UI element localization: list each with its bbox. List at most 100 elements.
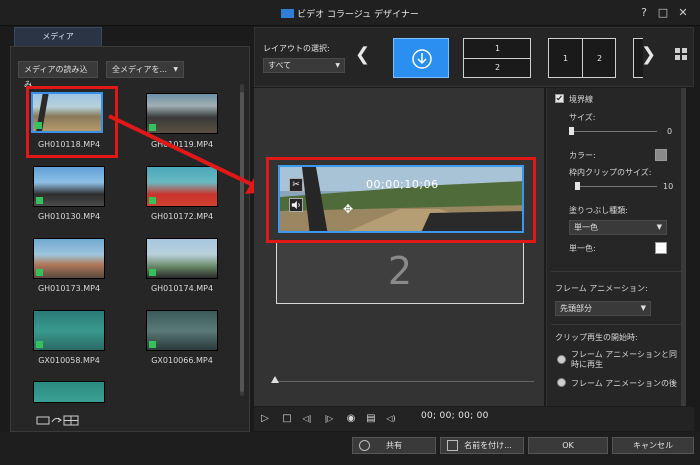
window-title-text: ビデオ コラージュ デザイナー bbox=[297, 10, 419, 20]
single-color-label: 単一色: bbox=[569, 244, 596, 253]
maximize-button[interactable]: □ bbox=[656, 6, 670, 20]
collage-slot-2[interactable]: 2 bbox=[276, 240, 524, 304]
tab-media[interactable]: メディア bbox=[14, 27, 102, 46]
media-thumbnail[interactable] bbox=[146, 310, 218, 351]
download-icon bbox=[412, 49, 432, 69]
properties-panel: 境界線 サイズ: 0 カラー: 枠内クリップのサイズ: 10 塗りつぶし種類: … bbox=[546, 88, 686, 406]
play-icon[interactable]: ▷ bbox=[258, 412, 272, 426]
properties-scrollbar[interactable] bbox=[681, 88, 686, 406]
media-item-label: GX010066.MP4 bbox=[151, 356, 213, 365]
previous-frame-icon[interactable]: ◁| bbox=[300, 412, 314, 426]
radio-play-with-animation[interactable] bbox=[557, 355, 566, 364]
clip-start-label: クリップ再生の開始時: bbox=[555, 333, 638, 342]
media-thumbnail[interactable] bbox=[146, 238, 218, 279]
media-item-label: GH010130.MP4 bbox=[37, 212, 101, 221]
next-frame-icon[interactable]: |▷ bbox=[322, 412, 336, 426]
globe-icon bbox=[359, 440, 370, 451]
share-button-label: 共有 bbox=[386, 441, 402, 450]
chevron-down-icon: ▼ bbox=[335, 62, 340, 69]
media-item-label: GH010173.MP4 bbox=[37, 284, 101, 293]
fill-type-value: 単一色 bbox=[574, 223, 598, 232]
media-thumbnail[interactable] bbox=[33, 381, 105, 403]
size-slider-knob[interactable] bbox=[569, 127, 574, 135]
check-icon bbox=[556, 95, 562, 101]
video-file-icon bbox=[36, 197, 43, 204]
layout-category-dropdown[interactable]: すべて ▼ bbox=[263, 58, 345, 73]
save-as-button-label: 名前を付け... bbox=[464, 441, 512, 450]
volume-icon[interactable]: ◁) bbox=[384, 412, 398, 426]
layout-option-two-columns[interactable]: 1 2 bbox=[548, 38, 616, 78]
chevron-down-icon: ▼ bbox=[640, 304, 646, 312]
layout-slot-number: 2 bbox=[495, 63, 501, 72]
cancel-button[interactable]: キャンセル bbox=[612, 437, 694, 454]
slot-number: 2 bbox=[387, 249, 413, 293]
chevron-down-icon: ▼ bbox=[656, 223, 662, 231]
video-file-icon bbox=[36, 269, 43, 276]
divider bbox=[551, 324, 681, 325]
layout-divider bbox=[464, 58, 530, 59]
layout-slot-number: 1 bbox=[495, 44, 501, 53]
media-filter-dropdown[interactable]: 全メディアを... ▼ bbox=[106, 61, 184, 78]
layout-slot-number: 2 bbox=[597, 54, 603, 63]
radio-play-with-animation-label: フレーム アニメーションと同時に再生 bbox=[571, 350, 677, 369]
inner-border-value: 10 bbox=[663, 182, 674, 191]
layout-grid-icon[interactable] bbox=[675, 48, 687, 60]
size-value: 0 bbox=[667, 127, 673, 136]
frame-animation-label: フレーム アニメーション: bbox=[555, 284, 648, 293]
media-thumbnail[interactable] bbox=[33, 166, 105, 207]
playback-timecode: 00; 00; 00; 00 bbox=[421, 411, 489, 421]
inner-border-slider-track[interactable] bbox=[575, 186, 657, 187]
snapshot-camera-icon[interactable]: ◉ bbox=[344, 412, 358, 426]
view-mode-toggle-icon[interactable] bbox=[36, 414, 80, 426]
size-label: サイズ: bbox=[569, 113, 596, 122]
media-item-label: GH010174.MP4 bbox=[150, 284, 214, 293]
video-file-icon bbox=[149, 269, 156, 276]
title-bar: ビデオ コラージュ デザイナー ? □ ✕ bbox=[0, 0, 700, 26]
red-arrow-annotation bbox=[108, 114, 267, 194]
media-thumbnail[interactable] bbox=[33, 238, 105, 279]
media-filter-value: 全メディアを... bbox=[112, 65, 168, 74]
window-title: ビデオ コラージュ デザイナー bbox=[0, 7, 700, 20]
save-icon bbox=[447, 440, 458, 451]
media-item-label: GH010172.MP4 bbox=[150, 212, 214, 221]
border-checkbox[interactable] bbox=[555, 94, 564, 103]
video-file-icon bbox=[149, 341, 156, 348]
layout-option-download[interactable] bbox=[393, 38, 449, 78]
radio-play-after-animation[interactable] bbox=[557, 378, 566, 387]
ok-button[interactable]: OK bbox=[528, 437, 608, 454]
fill-type-dropdown[interactable]: 単一色 ▼ bbox=[569, 220, 667, 235]
media-item-label: GX010058.MP4 bbox=[38, 356, 100, 365]
close-button[interactable]: ✕ bbox=[676, 6, 690, 20]
chevron-down-icon: ▼ bbox=[173, 66, 178, 73]
help-button[interactable]: ? bbox=[637, 6, 651, 20]
size-slider-track[interactable] bbox=[571, 131, 657, 132]
caption-icon[interactable]: ▤ bbox=[364, 412, 378, 426]
stop-icon[interactable]: □ bbox=[280, 412, 294, 426]
color-label: カラー: bbox=[569, 151, 596, 160]
app-logo-icon bbox=[281, 9, 295, 18]
single-color-swatch[interactable] bbox=[655, 242, 667, 254]
layout-selector-bar: レイアウトの選択: すべて ▼ ❮ 1 2 1 2 ❯ bbox=[254, 27, 694, 87]
import-media-button[interactable]: メディアの読み込み bbox=[18, 61, 98, 89]
layout-select-label: レイアウトの選択: bbox=[263, 44, 330, 53]
highlight-box-collage-slot bbox=[266, 157, 536, 243]
share-button[interactable]: 共有 bbox=[352, 437, 436, 454]
layout-prev-arrow-icon[interactable]: ❮ bbox=[355, 40, 370, 70]
inner-border-label: 枠内クリップのサイズ: bbox=[569, 168, 652, 177]
inner-border-slider-knob[interactable] bbox=[575, 182, 580, 190]
frame-animation-value: 先頭部分 bbox=[560, 304, 592, 313]
border-color-swatch[interactable] bbox=[655, 149, 667, 161]
layout-slot-number: 1 bbox=[563, 54, 569, 63]
layout-category-value: すべて bbox=[268, 61, 292, 70]
frame-animation-dropdown[interactable]: 先頭部分 ▼ bbox=[555, 301, 651, 316]
layout-next-arrow-icon[interactable]: ❯ bbox=[641, 40, 656, 70]
timeline-playhead[interactable] bbox=[271, 376, 279, 383]
fill-type-label: 塗りつぶし種類: bbox=[569, 206, 628, 215]
media-thumbnail[interactable] bbox=[33, 310, 105, 351]
divider bbox=[551, 271, 681, 272]
layout-option-two-rows[interactable]: 1 2 bbox=[463, 38, 531, 78]
radio-play-after-animation-label: フレーム アニメーションの後 bbox=[571, 379, 677, 388]
layout-divider bbox=[582, 39, 583, 77]
timeline-track[interactable] bbox=[272, 381, 534, 382]
save-as-button[interactable]: 名前を付け... bbox=[440, 437, 524, 454]
